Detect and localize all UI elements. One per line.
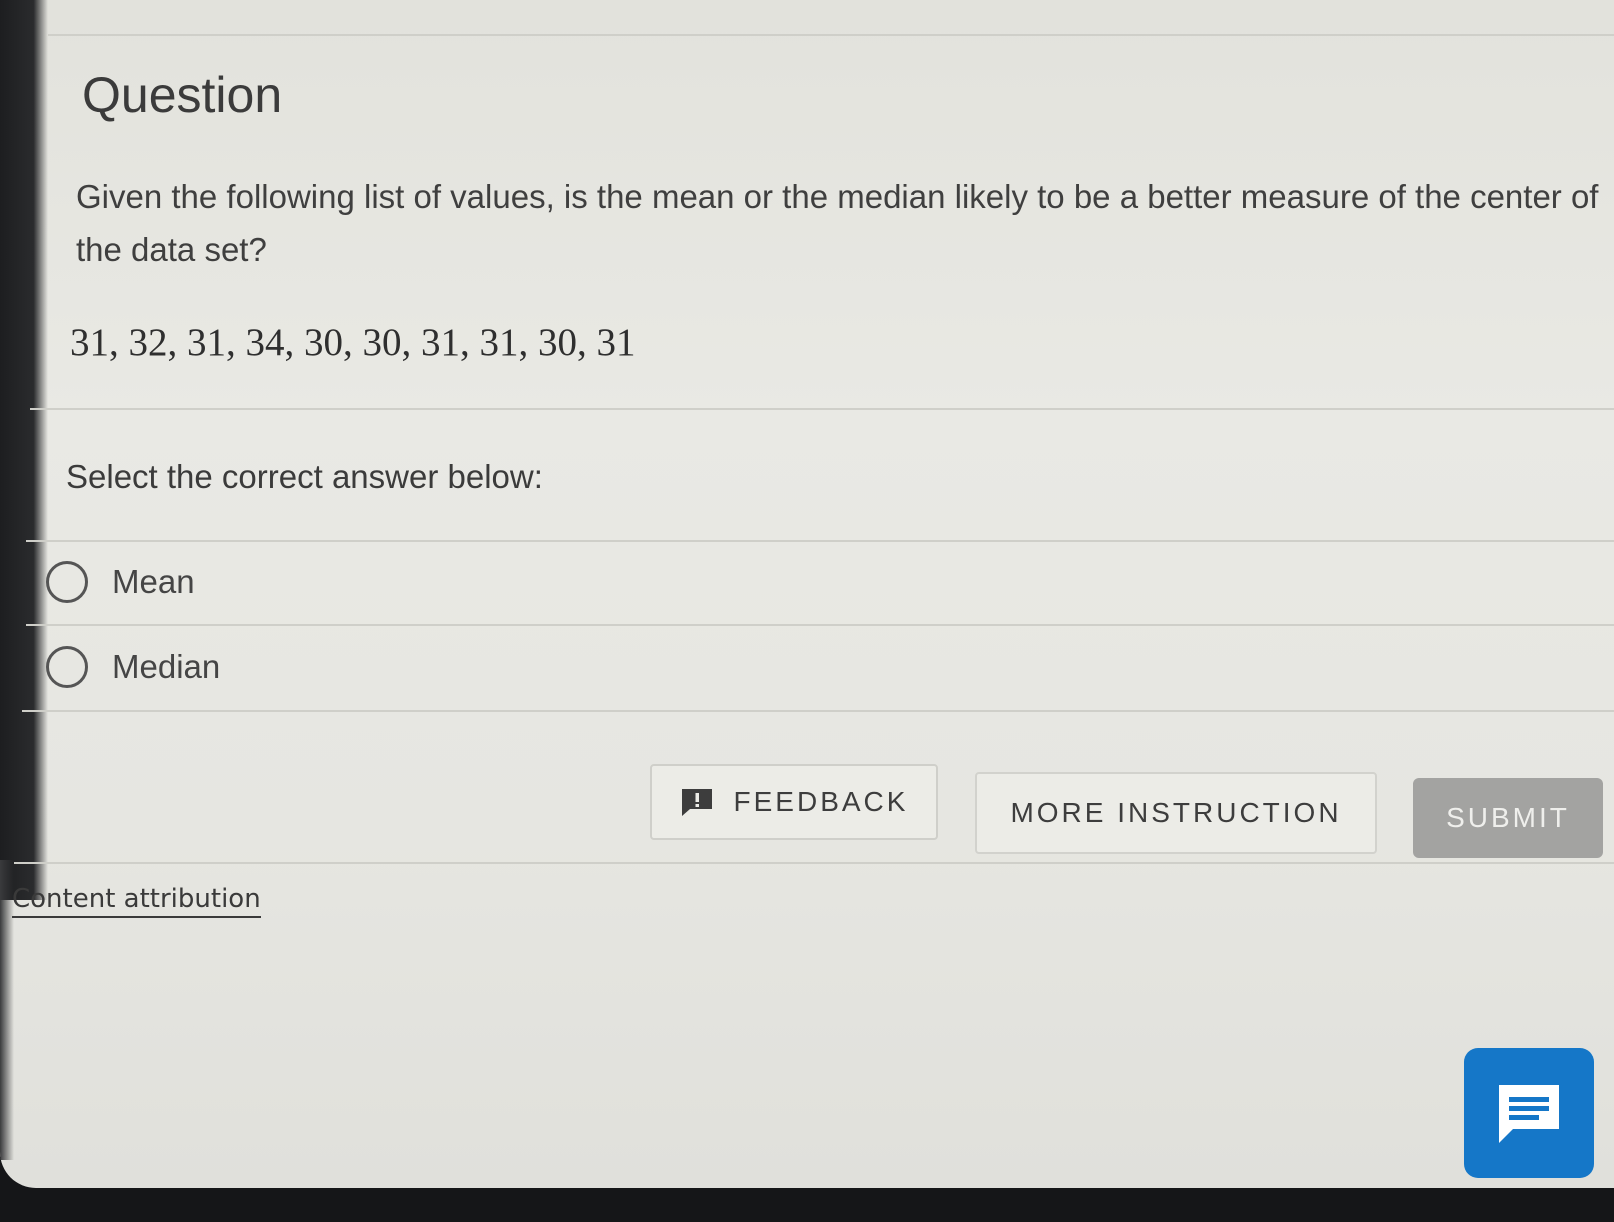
divider — [48, 34, 1614, 36]
submit-button[interactable]: SUBMIT — [1413, 778, 1603, 858]
more-instruction-label: MORE INSTRUCTION — [1010, 797, 1342, 828]
option-median[interactable]: Median — [40, 632, 220, 702]
divider — [14, 862, 1614, 864]
answer-prompt: Select the correct answer below: — [66, 458, 543, 495]
content-attribution-link[interactable]: Content attribution — [12, 884, 261, 918]
option-label: Median — [112, 648, 221, 685]
question-title: Question — [82, 67, 283, 123]
chat-button[interactable] — [1464, 1048, 1594, 1178]
bezel-edge — [0, 0, 48, 900]
option-mean[interactable]: Mean — [40, 547, 195, 617]
question-text: Given the following list of values, is t… — [76, 178, 1599, 268]
divider — [26, 624, 1614, 626]
data-values: 31, 32, 31, 34, 30, 30, 31, 31, 30, 31 — [70, 321, 636, 364]
divider — [30, 408, 1614, 410]
feedback-button[interactable]: FEEDBACK — [650, 764, 938, 840]
feedback-label: FEEDBACK — [733, 786, 909, 817]
divider — [22, 710, 1614, 712]
more-instruction-button[interactable]: MORE INSTRUCTION — [975, 772, 1377, 854]
question-panel: Question Given the following list of val… — [0, 0, 1614, 1188]
radio-button[interactable] — [46, 561, 88, 603]
screen: Question Given the following list of val… — [0, 0, 1614, 1222]
divider — [26, 540, 1614, 542]
radio-button[interactable] — [46, 646, 88, 688]
feedback-flag-icon — [681, 789, 712, 816]
submit-label: SUBMIT — [1446, 802, 1570, 833]
option-label: Mean — [112, 563, 195, 600]
chat-icon — [1499, 1085, 1559, 1143]
